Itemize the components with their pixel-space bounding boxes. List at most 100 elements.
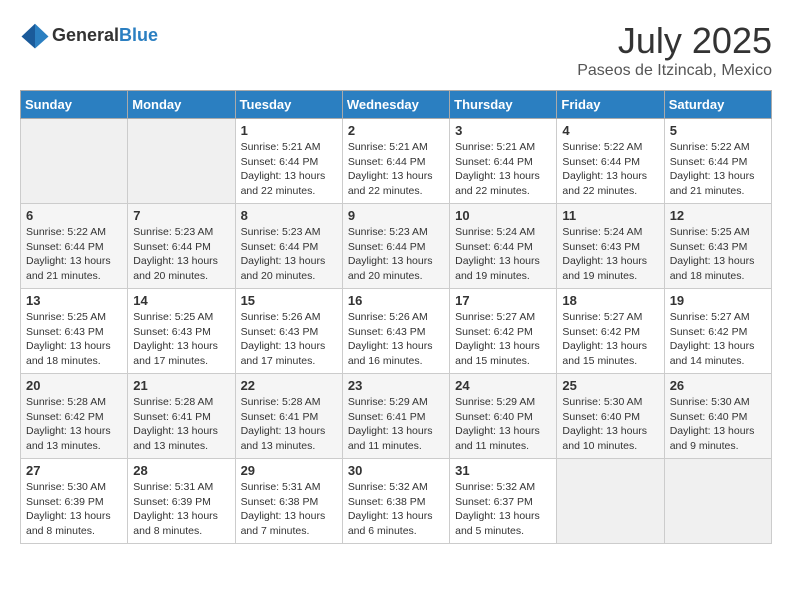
cell-info: Sunrise: 5:27 AM Sunset: 6:42 PM Dayligh… [455,310,551,369]
day-number: 17 [455,293,551,308]
calendar-week-row: 1 Sunrise: 5:21 AM Sunset: 6:44 PM Dayli… [21,119,772,204]
sunrise-text: Sunrise: 5:25 AM [26,311,106,323]
calendar-week-row: 27 Sunrise: 5:30 AM Sunset: 6:39 PM Dayl… [21,459,772,544]
day-number: 13 [26,293,122,308]
sunset-text: Sunset: 6:38 PM [348,496,426,508]
sunset-text: Sunset: 6:44 PM [241,156,319,168]
sunrise-text: Sunrise: 5:21 AM [241,141,321,153]
weekday-header-cell: Tuesday [235,91,342,119]
daylight-text: Daylight: 13 hours and 20 minutes. [241,255,326,282]
day-number: 27 [26,463,122,478]
daylight-text: Daylight: 13 hours and 18 minutes. [670,255,755,282]
daylight-text: Daylight: 13 hours and 11 minutes. [348,425,433,452]
day-number: 11 [562,208,658,223]
sunset-text: Sunset: 6:44 PM [562,156,640,168]
logo: GeneralBlue [20,20,158,50]
sunset-text: Sunset: 6:42 PM [562,326,640,338]
calendar-cell: 3 Sunrise: 5:21 AM Sunset: 6:44 PM Dayli… [450,119,557,204]
day-number: 20 [26,378,122,393]
sunrise-text: Sunrise: 5:25 AM [133,311,213,323]
sunset-text: Sunset: 6:41 PM [241,411,319,423]
sunset-text: Sunset: 6:44 PM [133,241,211,253]
calendar-cell [664,459,771,544]
calendar-cell: 9 Sunrise: 5:23 AM Sunset: 6:44 PM Dayli… [342,204,449,289]
cell-info: Sunrise: 5:23 AM Sunset: 6:44 PM Dayligh… [241,225,337,284]
sunrise-text: Sunrise: 5:29 AM [455,396,535,408]
calendar-cell: 5 Sunrise: 5:22 AM Sunset: 6:44 PM Dayli… [664,119,771,204]
calendar-cell: 26 Sunrise: 5:30 AM Sunset: 6:40 PM Dayl… [664,374,771,459]
calendar-cell: 1 Sunrise: 5:21 AM Sunset: 6:44 PM Dayli… [235,119,342,204]
weekday-header-cell: Monday [128,91,235,119]
sunset-text: Sunset: 6:43 PM [133,326,211,338]
sunrise-text: Sunrise: 5:24 AM [455,226,535,238]
calendar-table: SundayMondayTuesdayWednesdayThursdayFrid… [20,90,772,544]
cell-info: Sunrise: 5:28 AM Sunset: 6:41 PM Dayligh… [133,395,229,454]
calendar-cell: 23 Sunrise: 5:29 AM Sunset: 6:41 PM Dayl… [342,374,449,459]
sunset-text: Sunset: 6:43 PM [26,326,104,338]
daylight-text: Daylight: 13 hours and 15 minutes. [562,340,647,367]
day-number: 5 [670,123,766,138]
calendar-cell: 18 Sunrise: 5:27 AM Sunset: 6:42 PM Dayl… [557,289,664,374]
calendar-cell: 12 Sunrise: 5:25 AM Sunset: 6:43 PM Dayl… [664,204,771,289]
cell-info: Sunrise: 5:32 AM Sunset: 6:37 PM Dayligh… [455,480,551,539]
cell-info: Sunrise: 5:30 AM Sunset: 6:39 PM Dayligh… [26,480,122,539]
sunrise-text: Sunrise: 5:23 AM [348,226,428,238]
sunset-text: Sunset: 6:44 PM [348,156,426,168]
cell-info: Sunrise: 5:21 AM Sunset: 6:44 PM Dayligh… [241,140,337,199]
sunset-text: Sunset: 6:42 PM [26,411,104,423]
daylight-text: Daylight: 13 hours and 16 minutes. [348,340,433,367]
daylight-text: Daylight: 13 hours and 17 minutes. [133,340,218,367]
cell-info: Sunrise: 5:27 AM Sunset: 6:42 PM Dayligh… [562,310,658,369]
day-number: 1 [241,123,337,138]
weekday-header-cell: Thursday [450,91,557,119]
sunrise-text: Sunrise: 5:28 AM [133,396,213,408]
day-number: 12 [670,208,766,223]
calendar-week-row: 6 Sunrise: 5:22 AM Sunset: 6:44 PM Dayli… [21,204,772,289]
daylight-text: Daylight: 13 hours and 5 minutes. [455,510,540,537]
sunset-text: Sunset: 6:43 PM [670,241,748,253]
calendar-cell: 22 Sunrise: 5:28 AM Sunset: 6:41 PM Dayl… [235,374,342,459]
weekday-header-cell: Saturday [664,91,771,119]
day-number: 10 [455,208,551,223]
calendar-cell: 10 Sunrise: 5:24 AM Sunset: 6:44 PM Dayl… [450,204,557,289]
sunset-text: Sunset: 6:44 PM [241,241,319,253]
sunset-text: Sunset: 6:44 PM [455,156,533,168]
sunrise-text: Sunrise: 5:29 AM [348,396,428,408]
sunset-text: Sunset: 6:43 PM [241,326,319,338]
weekday-header-cell: Sunday [21,91,128,119]
sunrise-text: Sunrise: 5:27 AM [670,311,750,323]
daylight-text: Daylight: 13 hours and 13 minutes. [26,425,111,452]
calendar-cell: 27 Sunrise: 5:30 AM Sunset: 6:39 PM Dayl… [21,459,128,544]
calendar-week-row: 13 Sunrise: 5:25 AM Sunset: 6:43 PM Dayl… [21,289,772,374]
sunrise-text: Sunrise: 5:25 AM [670,226,750,238]
sunrise-text: Sunrise: 5:26 AM [241,311,321,323]
sunrise-text: Sunrise: 5:23 AM [133,226,213,238]
sunset-text: Sunset: 6:39 PM [133,496,211,508]
cell-info: Sunrise: 5:27 AM Sunset: 6:42 PM Dayligh… [670,310,766,369]
daylight-text: Daylight: 13 hours and 22 minutes. [348,170,433,197]
daylight-text: Daylight: 13 hours and 15 minutes. [455,340,540,367]
calendar-cell: 19 Sunrise: 5:27 AM Sunset: 6:42 PM Dayl… [664,289,771,374]
cell-info: Sunrise: 5:22 AM Sunset: 6:44 PM Dayligh… [670,140,766,199]
sunrise-text: Sunrise: 5:31 AM [241,481,321,493]
daylight-text: Daylight: 13 hours and 22 minutes. [562,170,647,197]
location-title: Paseos de Itzincab, Mexico [577,62,772,80]
sunset-text: Sunset: 6:42 PM [670,326,748,338]
cell-info: Sunrise: 5:29 AM Sunset: 6:41 PM Dayligh… [348,395,444,454]
cell-info: Sunrise: 5:32 AM Sunset: 6:38 PM Dayligh… [348,480,444,539]
cell-info: Sunrise: 5:21 AM Sunset: 6:44 PM Dayligh… [455,140,551,199]
daylight-text: Daylight: 13 hours and 13 minutes. [241,425,326,452]
weekday-header-cell: Wednesday [342,91,449,119]
calendar-cell: 16 Sunrise: 5:26 AM Sunset: 6:43 PM Dayl… [342,289,449,374]
calendar-cell: 20 Sunrise: 5:28 AM Sunset: 6:42 PM Dayl… [21,374,128,459]
cell-info: Sunrise: 5:24 AM Sunset: 6:43 PM Dayligh… [562,225,658,284]
day-number: 28 [133,463,229,478]
day-number: 22 [241,378,337,393]
sunset-text: Sunset: 6:37 PM [455,496,533,508]
sunrise-text: Sunrise: 5:27 AM [562,311,642,323]
cell-info: Sunrise: 5:21 AM Sunset: 6:44 PM Dayligh… [348,140,444,199]
cell-info: Sunrise: 5:22 AM Sunset: 6:44 PM Dayligh… [562,140,658,199]
day-number: 19 [670,293,766,308]
cell-info: Sunrise: 5:26 AM Sunset: 6:43 PM Dayligh… [348,310,444,369]
cell-info: Sunrise: 5:28 AM Sunset: 6:42 PM Dayligh… [26,395,122,454]
